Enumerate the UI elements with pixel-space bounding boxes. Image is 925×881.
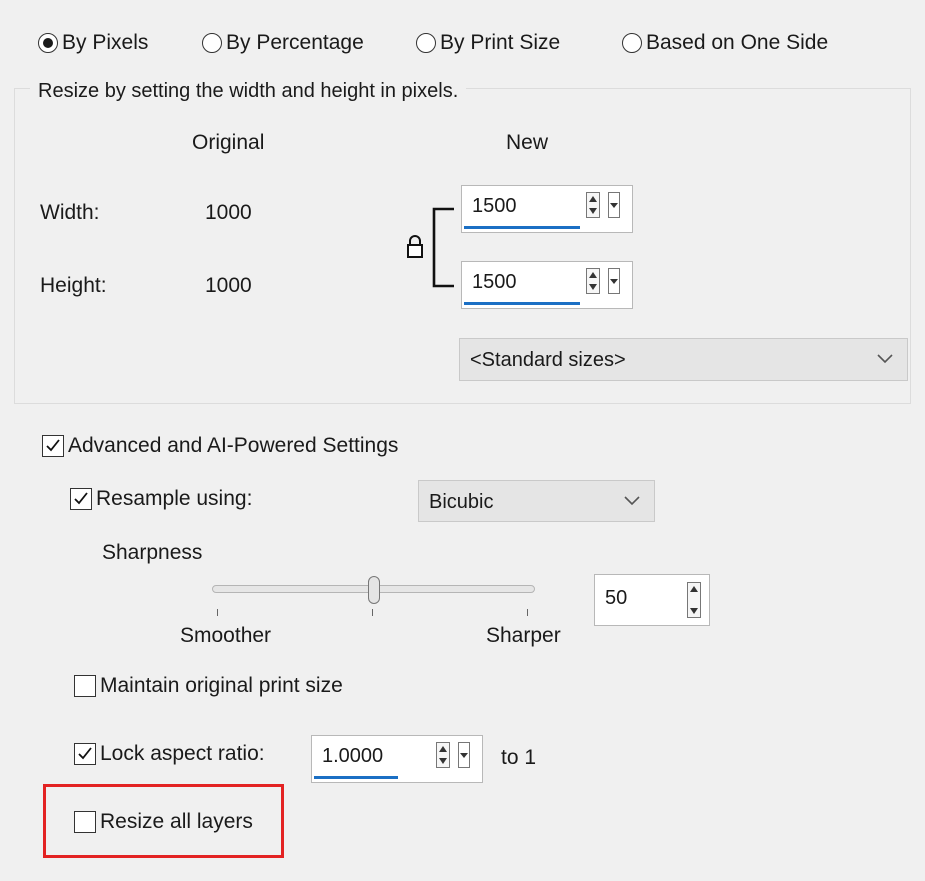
radio-indicator xyxy=(622,33,642,53)
radio-indicator xyxy=(202,33,222,53)
aspect-ratio-suffix: to 1 xyxy=(501,746,537,769)
aspect-ratio-field[interactable]: 1.0000 xyxy=(311,735,483,783)
red-highlight-box xyxy=(43,784,284,858)
radio-by-pixels[interactable]: By Pixels xyxy=(38,30,148,56)
radio-label: Based on One Side xyxy=(646,31,829,54)
slider-tick xyxy=(372,609,373,616)
radio-label: By Pixels xyxy=(62,31,149,54)
standard-sizes-value: <Standard sizes> xyxy=(470,349,626,371)
sharper-label: Sharper xyxy=(486,624,561,647)
slider-tick xyxy=(217,609,218,616)
column-header-new: New xyxy=(506,131,549,154)
checkbox-label: Maintain original print size xyxy=(100,674,343,697)
radio-indicator xyxy=(416,33,436,53)
spin-updown-icon[interactable] xyxy=(436,742,450,768)
group-legend: Resize by setting the width and height i… xyxy=(30,80,467,103)
chevron-down-icon xyxy=(624,496,640,506)
sharpness-value-field[interactable]: 50 xyxy=(594,574,710,626)
lock-aspect-ratio-checkbox[interactable]: Lock aspect ratio: xyxy=(74,742,265,766)
radio-by-percentage[interactable]: By Percentage xyxy=(202,30,364,56)
radio-label: By Print Size xyxy=(440,31,561,54)
dropdown-arrow-icon[interactable] xyxy=(608,268,620,294)
width-label: Width: xyxy=(40,201,100,224)
field-underline xyxy=(314,776,398,779)
spin-updown-icon[interactable] xyxy=(586,192,600,218)
radio-based-on-one-side[interactable]: Based on One Side xyxy=(622,30,828,56)
aspect-ratio-value: 1.0000 xyxy=(322,745,384,767)
spin-updown-icon[interactable] xyxy=(586,268,600,294)
field-underline xyxy=(464,302,580,305)
height-label: Height: xyxy=(40,274,107,297)
advanced-settings-checkbox[interactable]: Advanced and AI-Powered Settings xyxy=(42,434,398,458)
height-new-value: 1500 xyxy=(472,271,517,293)
resample-method-value: Bicubic xyxy=(429,491,494,513)
dropdown-arrow-icon[interactable] xyxy=(608,192,620,218)
checkbox-box xyxy=(42,435,64,457)
width-new-value: 1500 xyxy=(472,195,517,217)
sharpness-label: Sharpness xyxy=(102,541,203,564)
dropdown-arrow-icon[interactable] xyxy=(458,742,470,768)
checkbox-box xyxy=(74,675,96,697)
resample-checkbox[interactable]: Resample using: xyxy=(70,487,252,511)
radio-selected-indicator xyxy=(38,33,58,53)
resample-method-dropdown[interactable]: Bicubic xyxy=(418,480,655,522)
field-underline xyxy=(464,226,580,229)
sharpness-value: 50 xyxy=(605,587,628,609)
checkbox-label: Resample using: xyxy=(96,487,253,510)
lock-icon[interactable] xyxy=(405,234,425,260)
smoother-label: Smoother xyxy=(180,624,272,647)
width-original-value: 1000 xyxy=(205,201,252,224)
height-new-field[interactable]: 1500 xyxy=(461,261,633,309)
checkmark-icon xyxy=(78,747,92,760)
width-new-field[interactable]: 1500 xyxy=(461,185,633,233)
chevron-down-icon xyxy=(877,354,893,364)
column-header-original: Original xyxy=(192,131,265,154)
checkbox-label: Lock aspect ratio: xyxy=(100,742,265,765)
maintain-print-size-checkbox[interactable]: Maintain original print size xyxy=(74,674,343,698)
checkbox-box xyxy=(74,743,96,765)
radio-by-print-size[interactable]: By Print Size xyxy=(416,30,560,56)
radio-label: By Percentage xyxy=(226,31,364,54)
slider-tick xyxy=(527,609,528,616)
checkmark-icon xyxy=(46,439,60,452)
height-original-value: 1000 xyxy=(205,274,252,297)
standard-sizes-dropdown[interactable]: <Standard sizes> xyxy=(459,338,908,381)
checkmark-icon xyxy=(74,492,88,505)
checkbox-box xyxy=(70,488,92,510)
checkbox-label: Advanced and AI-Powered Settings xyxy=(68,434,399,457)
sharpness-slider-thumb[interactable] xyxy=(367,576,380,604)
spin-updown-icon[interactable] xyxy=(687,582,701,618)
